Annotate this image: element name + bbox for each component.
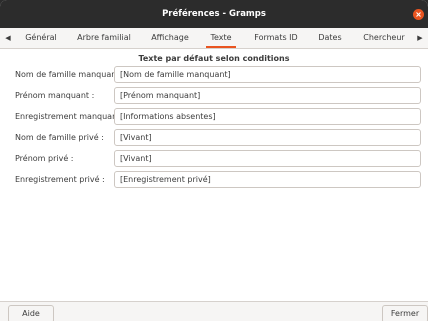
private-given-name-field[interactable]: [Vivant] (114, 150, 421, 167)
missing-record-label: Enregistrement manquant : (15, 112, 126, 121)
tab-scroll-right-icon[interactable]: ▶ (414, 28, 426, 48)
private-record-label: Enregistrement privé : (15, 175, 105, 184)
private-given-name-label: Prénom privé : (15, 154, 74, 163)
missing-given-name-label: Prénom manquant : (15, 91, 95, 100)
tab-texte[interactable]: Texte (206, 28, 236, 48)
tab-scroll-left-icon[interactable]: ◀ (2, 28, 14, 48)
private-surname-label: Nom de famille privé : (15, 133, 104, 142)
missing-surname-field[interactable]: [Nom de famille manquant] (114, 66, 421, 83)
close-window-button[interactable] (413, 9, 424, 20)
missing-surname-label: Nom de famille manquant : (15, 70, 125, 79)
tab-affichage[interactable]: Affichage (146, 28, 194, 48)
missing-given-name-field[interactable]: [Prénom manquant] (114, 87, 421, 104)
missing-record-field[interactable]: [Informations absentes] (114, 108, 421, 125)
private-surname-field[interactable]: [Vivant] (114, 129, 421, 146)
text-settings-panel: Texte par défaut selon conditions Nom de… (0, 49, 428, 301)
private-record-field[interactable]: [Enregistrement privé] (114, 171, 421, 188)
preferences-window: Préférences - Gramps ◀ Général Arbre fam… (0, 0, 428, 321)
help-button[interactable]: Aide (8, 305, 54, 321)
tab-formats-id[interactable]: Formats ID (250, 28, 302, 48)
close-icon (416, 12, 421, 17)
tab-general[interactable]: Général (20, 28, 62, 48)
title-bar[interactable]: Préférences - Gramps (0, 0, 428, 28)
window-title: Préférences - Gramps (162, 9, 266, 19)
tab-arbre-familial[interactable]: Arbre familial (74, 28, 134, 48)
dialog-footer: Aide Fermer (0, 301, 428, 321)
close-button[interactable]: Fermer (382, 305, 428, 321)
tab-bar: ◀ Général Arbre familial Affichage Texte… (0, 28, 428, 49)
tab-chercheur[interactable]: Chercheur (360, 28, 408, 48)
section-heading: Texte par défaut selon conditions (138, 54, 290, 63)
tab-dates[interactable]: Dates (314, 28, 346, 48)
